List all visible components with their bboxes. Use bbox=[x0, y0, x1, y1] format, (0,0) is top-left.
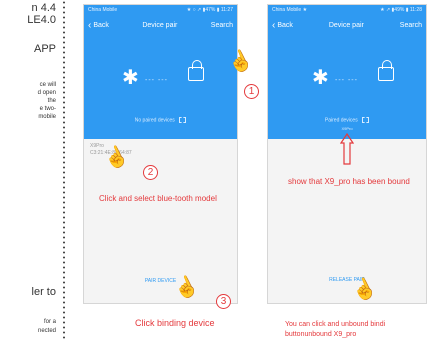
connection-dashes: --- --- bbox=[335, 77, 358, 84]
status-carrier: China Mobile ★ bbox=[272, 7, 308, 13]
caption-click-binding: Click binding device bbox=[135, 318, 215, 328]
up-arrow-icon bbox=[340, 133, 354, 165]
unlock-icon bbox=[188, 60, 204, 81]
left-para-line: d open bbox=[37, 90, 56, 96]
bluetooth-icon: ✱ bbox=[122, 67, 139, 89]
unlock-icon bbox=[378, 60, 394, 81]
dotted-divider bbox=[62, 0, 66, 339]
pairing-hero: ✱ --- --- No paired devices bbox=[84, 35, 237, 139]
back-label: Back bbox=[93, 21, 109, 29]
left-line-2: LE4.0 bbox=[27, 14, 56, 26]
status-bar: China Mobile ★ ○ ↗ ▮47% ▮ 11:27 bbox=[84, 5, 237, 15]
left-line-1: n 4.4 bbox=[31, 2, 56, 14]
scan-icon[interactable] bbox=[362, 117, 370, 123]
page-title: Device pair bbox=[142, 21, 178, 29]
pair-device-button[interactable]: PAIR DEVICE bbox=[84, 278, 237, 284]
step-3-badge: 3 bbox=[216, 294, 231, 309]
connection-dashes: --- --- bbox=[145, 77, 168, 84]
paired-devices-label: Paired devices bbox=[324, 117, 358, 124]
step-2-badge: 2 bbox=[143, 165, 158, 180]
caption-unbind-line-2: buttonunbound X9_pro bbox=[285, 331, 357, 338]
chevron-left-icon: ‹ bbox=[88, 19, 92, 31]
left-heading-app: APP bbox=[33, 43, 56, 55]
scan-icon[interactable] bbox=[179, 117, 187, 123]
search-button[interactable]: Search bbox=[400, 22, 422, 29]
left-para2-line: for a bbox=[43, 319, 56, 325]
search-button[interactable]: Search bbox=[211, 22, 233, 29]
left-para-line: e two- bbox=[39, 106, 56, 112]
bluetooth-icon: ✱ bbox=[312, 67, 329, 89]
back-button[interactable]: ‹ Back bbox=[272, 20, 293, 31]
header-blue-area: China Mobile ★ ○ ↗ ▮47% ▮ 11:27 ‹ Back D… bbox=[84, 5, 237, 139]
left-para-line: mobile bbox=[38, 114, 56, 120]
caption-select-model: Click and select blue-tooth model bbox=[99, 194, 217, 203]
back-button[interactable]: ‹ Back bbox=[88, 20, 109, 31]
left-para2-line: nected bbox=[37, 328, 56, 334]
back-label: Back bbox=[277, 21, 293, 29]
paired-status: No paired devices bbox=[84, 117, 237, 123]
status-indicators: ★ ↗ ▮49% ▮ 11:28 bbox=[380, 7, 422, 13]
header-blue-area: China Mobile ★ ★ ↗ ▮49% ▮ 11:28 ‹ Back D… bbox=[268, 5, 426, 139]
status-bar: China Mobile ★ ★ ↗ ▮49% ▮ 11:28 bbox=[268, 5, 426, 15]
step-1-badge: 1 bbox=[244, 84, 259, 99]
left-heading-2: ler to bbox=[31, 286, 56, 298]
caption-unbind-line-1: You can click and unbound bindi bbox=[285, 321, 386, 328]
caption-bound: show that X9_pro has been bound bbox=[288, 177, 410, 186]
chevron-left-icon: ‹ bbox=[272, 19, 276, 31]
page-title: Device pair bbox=[328, 21, 364, 29]
paired-status: Paired devices bbox=[268, 117, 426, 123]
paired-device-name: X9Pro bbox=[341, 126, 353, 131]
release-pair-button[interactable]: RELEASE PAIR bbox=[268, 277, 426, 283]
left-para-line: the bbox=[47, 98, 56, 104]
status-indicators: ★ ○ ↗ ▮47% ▮ 11:27 bbox=[186, 7, 233, 13]
left-para-line: ce will bbox=[39, 82, 56, 88]
nav-bar: ‹ Back Device pair Search bbox=[84, 15, 237, 35]
status-carrier: China Mobile bbox=[88, 7, 118, 13]
left-instruction-column: n 4.4 LE4.0 APP ce will d open the e two… bbox=[0, 0, 62, 339]
nav-bar: ‹ Back Device pair Search bbox=[268, 15, 426, 35]
pairing-hero: ✱ --- --- Paired devices X9Pro bbox=[268, 35, 426, 139]
no-paired-label: No paired devices bbox=[134, 117, 175, 124]
